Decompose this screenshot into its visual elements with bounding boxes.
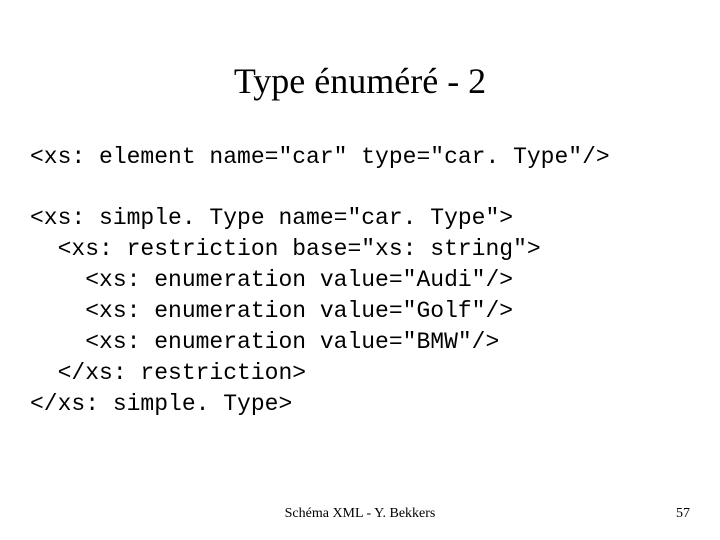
page-number: 57 <box>676 506 690 522</box>
code-line: </xs: simple. Type> <box>30 391 292 417</box>
code-line: <xs: enumeration value="Golf"/> <box>30 298 513 324</box>
code-line: <xs: simple. Type name="car. Type"> <box>30 205 513 231</box>
code-line: <xs: enumeration value="Audi"/> <box>30 267 513 293</box>
code-line: <xs: restriction base="xs: string"> <box>30 236 541 262</box>
footer-text: Schéma XML - Y. Bekkers <box>0 506 720 522</box>
code-line: <xs: element name="car" type="car. Type"… <box>30 144 610 170</box>
slide: Type énuméré - 2 <xs: element name="car"… <box>0 0 720 540</box>
code-line: </xs: restriction> <box>30 360 306 386</box>
code-line: <xs: enumeration value="BMW"/> <box>30 329 499 355</box>
code-block-2: <xs: simple. Type name="car. Type"> <xs:… <box>30 203 690 420</box>
block-gap <box>30 173 690 203</box>
slide-title: Type énuméré - 2 <box>30 60 690 102</box>
code-block-1: <xs: element name="car" type="car. Type"… <box>30 142 690 173</box>
